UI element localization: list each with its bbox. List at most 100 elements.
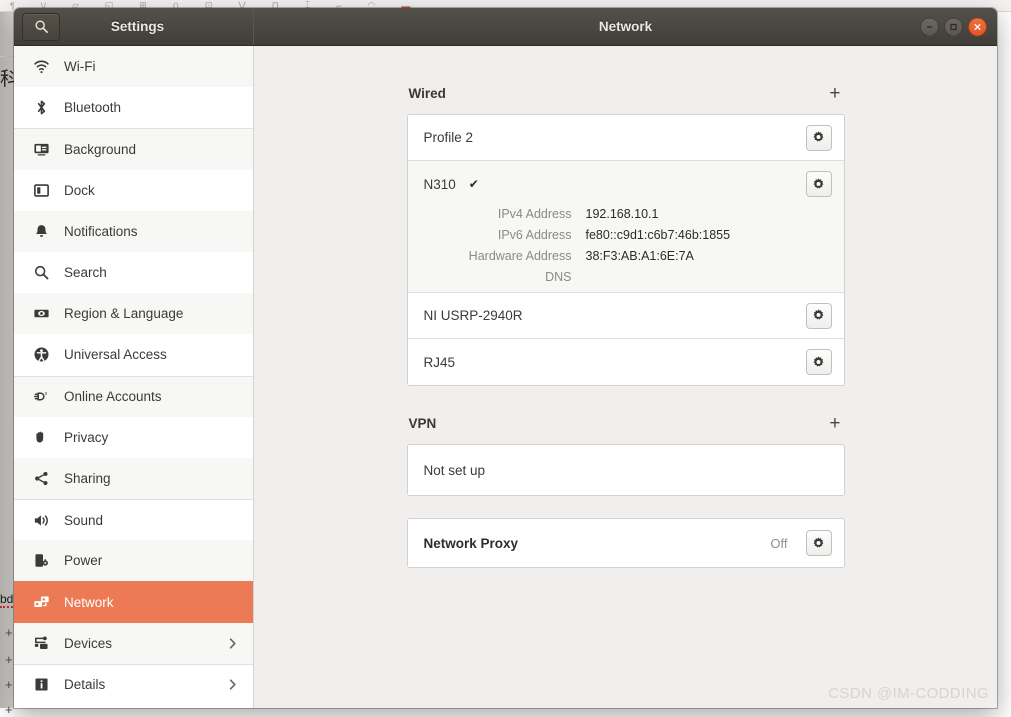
- window-titlebar: Settings Network: [14, 8, 997, 46]
- sidebar-item-notifications[interactable]: Notifications: [14, 211, 253, 252]
- vpn-status-text: Not set up: [424, 463, 486, 478]
- connection-header: N310 ✔: [424, 161, 832, 207]
- sidebar-item-label: Online Accounts: [64, 389, 239, 404]
- close-button[interactable]: [968, 17, 987, 36]
- connection-name: RJ45: [424, 355, 456, 370]
- section-gap: [407, 496, 845, 518]
- titlebar-right-pane: Network: [254, 8, 997, 45]
- background-plus-0: +: [5, 626, 13, 639]
- chevron-right-icon: [226, 637, 239, 650]
- sidebar-item-devices[interactable]: Devices: [14, 623, 253, 664]
- sidebar-item-label: Dock: [64, 183, 239, 198]
- sidebar-item-power[interactable]: Power: [14, 540, 253, 581]
- network-proxy-list: Network Proxy Off: [407, 518, 845, 568]
- sidebar-item-label: Bluetooth: [64, 100, 239, 115]
- background-plus-1: +: [5, 653, 13, 666]
- search-icon: [34, 19, 49, 34]
- sidebar-item-online-accounts[interactable]: s Online Accounts: [14, 376, 253, 417]
- gear-icon: [811, 355, 826, 370]
- add-vpn-button[interactable]: +: [827, 414, 842, 433]
- vpn-section-title: VPN: [409, 416, 437, 431]
- details-info-icon: [32, 676, 50, 694]
- sound-icon: [32, 511, 50, 529]
- wired-section-header: Wired +: [407, 84, 845, 103]
- minimize-button[interactable]: [920, 17, 939, 36]
- table-row[interactable]: RJ45: [408, 339, 844, 385]
- table-row[interactable]: NI USRP-2940R: [408, 293, 844, 339]
- settings-title: Settings: [60, 19, 215, 34]
- sidebar-item-label: Universal Access: [64, 347, 239, 362]
- titlebar-left-pane: Settings: [14, 8, 254, 45]
- region-language-icon: [32, 305, 50, 323]
- sidebar-item-network[interactable]: Network: [14, 581, 253, 622]
- sidebar-item-sharing[interactable]: Sharing: [14, 458, 253, 499]
- page-title: Network: [599, 19, 652, 34]
- sidebar-item-label: Network: [64, 595, 239, 610]
- search-button[interactable]: [22, 13, 60, 41]
- svg-text:s: s: [44, 391, 47, 397]
- connected-check-icon: ✔: [469, 177, 479, 191]
- sidebar-item-privacy[interactable]: Privacy: [14, 417, 253, 458]
- devices-icon: [32, 634, 50, 652]
- gear-icon: [811, 177, 826, 192]
- sidebar-item-label: Sound: [64, 513, 239, 528]
- detail-value: [586, 270, 832, 284]
- detail-label: DNS: [424, 270, 572, 284]
- vpn-list: Not set up: [407, 444, 845, 496]
- power-icon: [32, 552, 50, 570]
- online-accounts-icon: s: [32, 388, 50, 406]
- universal-access-icon: [32, 346, 50, 364]
- sidebar-item-region-language[interactable]: Region & Language: [14, 293, 253, 334]
- sidebar-item-sound[interactable]: Sound: [14, 499, 253, 540]
- sidebar-item-label: Devices: [64, 636, 212, 651]
- connection-settings-button[interactable]: [806, 349, 832, 375]
- connection-settings-button[interactable]: [806, 125, 832, 151]
- gear-icon: [811, 536, 826, 551]
- detail-value: fe80::c9d1:c6b7:46b:1855: [586, 228, 832, 242]
- background-icon: [32, 140, 50, 158]
- settings-window: Settings Network: [14, 8, 997, 708]
- detail-label: Hardware Address: [424, 249, 572, 263]
- detail-value: 192.168.10.1: [586, 207, 832, 221]
- content-panel: Wired + Profile 2: [407, 84, 845, 568]
- table-row[interactable]: Profile 2: [408, 115, 844, 161]
- network-settings-content: Wired + Profile 2: [254, 46, 997, 708]
- network-icon: [32, 593, 50, 611]
- maximize-button[interactable]: [944, 17, 963, 36]
- settings-sidebar: Wi-Fi Bluetooth: [14, 46, 254, 708]
- bell-icon: [32, 222, 50, 240]
- bluetooth-icon: [32, 99, 50, 117]
- sidebar-item-universal-access[interactable]: Universal Access: [14, 334, 253, 375]
- watermark: CSDN @IM-CODDING: [828, 685, 989, 702]
- connection-name: NI USRP-2940R: [424, 308, 523, 323]
- sidebar-item-bluetooth[interactable]: Bluetooth: [14, 87, 253, 128]
- background-misspelled-word: bd: [0, 592, 13, 608]
- connection-details: IPv4 Address 192.168.10.1 IPv6 Address f…: [424, 207, 832, 284]
- sidebar-item-label: Privacy: [64, 430, 239, 445]
- table-row[interactable]: N310 ✔ IPv4 Address: [408, 161, 844, 293]
- sidebar-item-dock[interactable]: Dock: [14, 170, 253, 211]
- wired-section-title: Wired: [409, 86, 446, 101]
- sidebar-item-details[interactable]: Details: [14, 664, 253, 705]
- section-gap: [407, 386, 845, 414]
- sidebar-item-wi-fi[interactable]: Wi-Fi: [14, 46, 253, 87]
- list-item[interactable]: Network Proxy Off: [408, 519, 844, 567]
- wifi-icon: [32, 58, 50, 76]
- add-wired-connection-button[interactable]: +: [827, 84, 842, 103]
- connection-name: N310: [424, 177, 456, 192]
- gear-icon: [811, 130, 826, 145]
- minimize-icon: [925, 22, 934, 31]
- network-proxy-label: Network Proxy: [424, 536, 519, 551]
- sidebar-item-background[interactable]: Background: [14, 128, 253, 169]
- connection-name: Profile 2: [424, 130, 474, 145]
- list-item[interactable]: Not set up: [408, 445, 844, 495]
- detail-label: IPv4 Address: [424, 207, 572, 221]
- connection-settings-button[interactable]: [806, 171, 832, 197]
- network-proxy-settings-button[interactable]: [806, 530, 832, 556]
- connection-settings-button[interactable]: [806, 303, 832, 329]
- window-body: Wi-Fi Bluetooth: [14, 46, 997, 708]
- sharing-icon: [32, 469, 50, 487]
- wired-connection-list: Profile 2 N310 ✔: [407, 114, 845, 386]
- sidebar-item-search[interactable]: Search: [14, 252, 253, 293]
- close-icon: [973, 22, 982, 31]
